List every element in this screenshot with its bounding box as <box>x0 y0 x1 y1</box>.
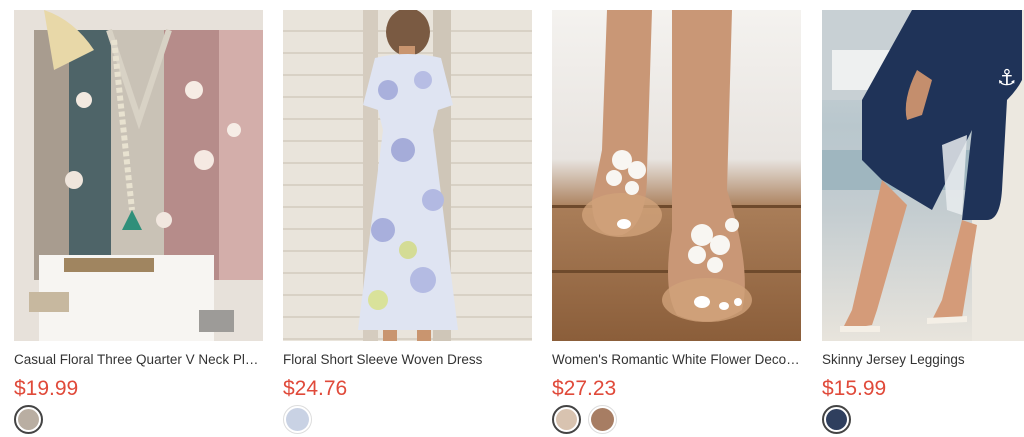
color-swatches <box>822 405 851 435</box>
product-image[interactable]: ⚓ <box>822 10 1024 341</box>
color-swatch[interactable] <box>14 405 43 434</box>
product-image[interactable] <box>283 10 532 341</box>
product-card[interactable]: ⚓ Skinny Jersey Leggings $15.99 <box>822 10 1024 434</box>
product-grid: Casual Floral Three Quarter V Neck Plus … <box>0 0 1024 437</box>
sandals-photo <box>552 10 801 322</box>
product-card[interactable]: Women's Romantic White Flower Decorative… <box>552 10 801 434</box>
product-image[interactable] <box>14 10 263 341</box>
product-image[interactable] <box>552 10 801 341</box>
product-title[interactable]: Casual Floral Three Quarter V Neck Plus … <box>14 351 263 369</box>
color-swatch[interactable] <box>552 405 581 434</box>
product-card[interactable]: Floral Short Sleeve Woven Dress $24.76 <box>283 10 532 434</box>
color-swatch[interactable] <box>283 405 312 434</box>
blouse-photo <box>14 10 263 341</box>
dress-photo <box>358 10 458 341</box>
color-swatches <box>552 405 617 435</box>
color-swatch[interactable] <box>588 405 617 434</box>
product-title[interactable]: Skinny Jersey Leggings <box>822 351 1024 369</box>
product-card[interactable]: Casual Floral Three Quarter V Neck Plus … <box>14 10 263 434</box>
leggings-photo: ⚓ <box>822 10 1024 341</box>
product-price: $24.76 <box>283 377 348 400</box>
product-price: $15.99 <box>822 377 887 400</box>
color-swatches <box>14 405 43 435</box>
product-title[interactable]: Women's Romantic White Flower Decorative… <box>552 351 801 369</box>
svg-text:⚓: ⚓ <box>997 66 1017 91</box>
product-price: $19.99 <box>14 377 79 400</box>
product-title[interactable]: Floral Short Sleeve Woven Dress <box>283 351 532 369</box>
product-price: $27.23 <box>552 377 617 400</box>
color-swatches <box>283 405 312 435</box>
color-swatch[interactable] <box>822 405 851 434</box>
